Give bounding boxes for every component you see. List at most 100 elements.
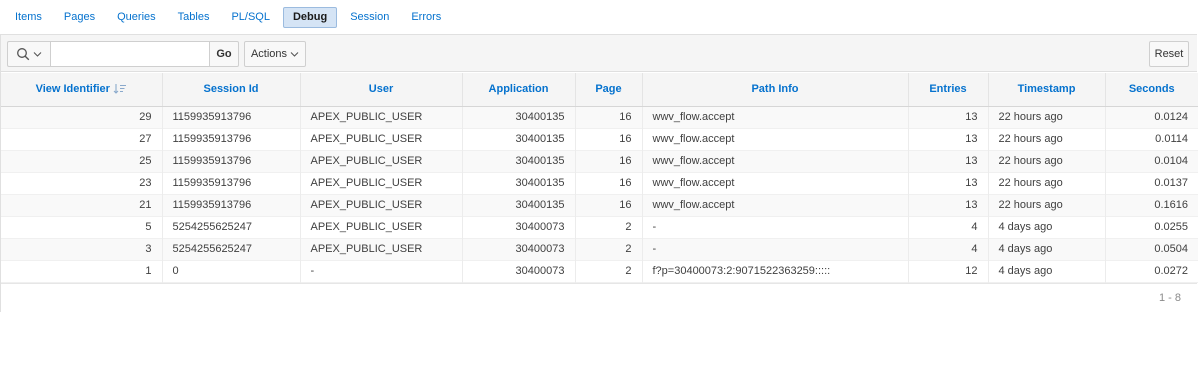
column-header-path-info[interactable]: Path Info [642,73,909,107]
user-cell: APEX_PUBLIC_USER [300,150,463,172]
entries-cell: 13 [908,150,989,172]
view-identifier-link[interactable]: 23 [1,172,163,194]
application-cell: 30400135 [462,150,576,172]
path-info-cell: - [642,238,909,260]
page-cell: 16 [575,194,643,216]
search-group: Go [7,41,239,67]
column-header-label: Seconds [1128,83,1175,96]
pagination-bar: 1 - 8 [1,283,1197,312]
page-cell: 16 [575,128,643,150]
column-search-button[interactable] [7,41,50,67]
user-cell: - [300,260,463,282]
report-region: Go Actions Reset View Identifier Session … [0,34,1198,312]
table-row: 21 1159935913796 APEX_PUBLIC_USER 30400135 1… [1,194,1198,216]
reset-button[interactable]: Reset [1149,41,1189,67]
tab-debug[interactable]: Debug [282,7,338,28]
chevron-down-icon [33,52,42,57]
entries-cell: 4 [908,238,989,260]
tab-session[interactable]: Session [341,7,398,28]
report-toolbar: Go Actions Reset [1,35,1197,72]
column-header-seconds[interactable]: Seconds [1105,73,1198,107]
view-identifier-link[interactable]: 27 [1,128,163,150]
application-cell: 30400073 [462,238,576,260]
page-cell: 2 [575,238,643,260]
pagination-label: 1 - 8 [1158,292,1181,304]
tab-pl-sql[interactable]: PL/SQL [222,7,279,28]
column-header-entries[interactable]: Entries [908,73,989,107]
page-cell: 2 [575,260,643,282]
view-identifier-link[interactable]: 21 [1,194,163,216]
column-header-label: Session Id [203,83,259,96]
seconds-cell: 0.0504 [1105,238,1198,260]
column-header-label: Timestamp [1017,83,1076,96]
user-cell: APEX_PUBLIC_USER [300,172,463,194]
timestamp-cell: 22 hours ago [988,172,1106,194]
entries-cell: 13 [908,194,989,216]
tab-items[interactable]: Items [6,7,51,28]
seconds-cell: 0.0272 [1105,260,1198,282]
session-id-cell: 1159935913796 [162,150,301,172]
column-header-label: Path Info [751,83,799,96]
path-info-cell: - [642,216,909,238]
column-header-session-id[interactable]: Session Id [162,73,301,107]
report-table: View Identifier Session Id User Application… [1,73,1198,283]
tab-pages[interactable]: Pages [55,7,104,28]
column-header-application[interactable]: Application [462,73,576,107]
table-row: 3 5254255625247 APEX_PUBLIC_USER 30400073 2-… [1,238,1198,260]
path-info-cell: wwv_flow.accept [642,106,909,128]
view-identifier-link[interactable]: 29 [1,106,163,128]
timestamp-cell: 22 hours ago [988,194,1106,216]
search-input[interactable] [50,41,210,67]
table-row: 27 1159935913796 APEX_PUBLIC_USER 30400135 1… [1,128,1198,150]
user-cell: APEX_PUBLIC_USER [300,194,463,216]
view-identifier-link[interactable]: 5 [1,216,163,238]
table-body: 29 1159935913796 APEX_PUBLIC_USER 30400135 1… [1,106,1198,282]
tab-queries[interactable]: Queries [108,7,165,28]
tab-tables[interactable]: Tables [169,7,219,28]
session-id-cell: 5254255625247 [162,216,301,238]
column-header-label: Page [595,83,622,96]
entries-cell: 4 [908,216,989,238]
table-row: 23 1159935913796 APEX_PUBLIC_USER 30400135 1… [1,172,1198,194]
session-id-cell: 1159935913796 [162,194,301,216]
go-button[interactable]: Go [210,41,239,67]
tab-errors[interactable]: Errors [402,7,450,28]
application-cell: 30400135 [462,128,576,150]
application-cell: 30400135 [462,172,576,194]
timestamp-cell: 4 days ago [988,260,1106,282]
column-header-page[interactable]: Page [575,73,643,107]
user-cell: APEX_PUBLIC_USER [300,238,463,260]
entries-cell: 13 [908,128,989,150]
path-info-cell: wwv_flow.accept [642,150,909,172]
page-cell: 16 [575,106,643,128]
table-row: 1 0-30400073 2 f?p=30400073:2:9071522363259… [1,260,1198,282]
entries-cell: 12 [908,260,989,282]
seconds-cell: 0.1616 [1105,194,1198,216]
actions-menu-button[interactable]: Actions [244,41,306,67]
tab-bar: Items Pages Queries Tables PL/SQL Debug Sessio… [6,7,454,28]
user-cell: APEX_PUBLIC_USER [300,106,463,128]
column-header-label: Entries [929,83,967,96]
application-cell: 30400073 [462,216,576,238]
page-cell: 16 [575,150,643,172]
table-row: 29 1159935913796 APEX_PUBLIC_USER 30400135 1… [1,106,1198,128]
column-header-view-identifier[interactable]: View Identifier [1,73,163,107]
timestamp-cell: 22 hours ago [988,150,1106,172]
seconds-cell: 0.0114 [1105,128,1198,150]
seconds-cell: 0.0124 [1105,106,1198,128]
user-cell: APEX_PUBLIC_USER [300,128,463,150]
column-header-user[interactable]: User [300,73,463,107]
path-info-cell: wwv_flow.accept [642,172,909,194]
column-header-timestamp[interactable]: Timestamp [988,73,1106,107]
sort-descending-icon [113,84,126,95]
view-identifier-link[interactable]: 25 [1,150,163,172]
view-identifier-link[interactable]: 1 [1,260,163,282]
table-header-row: View Identifier Session Id User Application… [1,73,1198,107]
session-id-cell: 1159935913796 [162,106,301,128]
column-header-label: View Identifier [35,83,110,96]
view-identifier-link[interactable]: 3 [1,238,163,260]
table-row: 25 1159935913796 APEX_PUBLIC_USER 30400135 1… [1,150,1198,172]
application-cell: 30400135 [462,194,576,216]
seconds-cell: 0.0137 [1105,172,1198,194]
column-header-label: User [368,83,394,96]
